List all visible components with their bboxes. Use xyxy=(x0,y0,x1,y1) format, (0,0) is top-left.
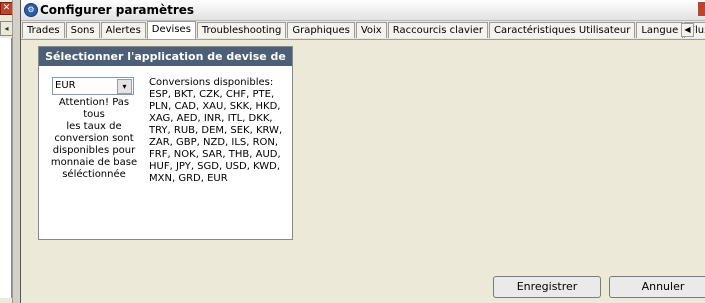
group-header: Sélectionner l'application de devise de … xyxy=(39,47,292,82)
tab-troubleshooting[interactable]: Troubleshooting xyxy=(196,22,287,38)
chevron-down-icon[interactable]: ▾ xyxy=(117,79,132,94)
tab-langue[interactable]: Langue xyxy=(636,22,684,38)
conversions-line: TRY, RUB, DEM, SEK, KRW, xyxy=(149,125,283,136)
warning-line: conversion sont xyxy=(54,133,134,144)
tab-trades[interactable]: Trades xyxy=(22,22,65,38)
tab-sons[interactable]: Sons xyxy=(65,22,100,38)
save-button[interactable]: Enregistrer xyxy=(493,276,601,298)
warning-line: les taux de xyxy=(66,121,122,132)
tab-content-devises: Sélectionner l'application de devise de … xyxy=(21,39,705,268)
conversions-line: ESP, BKT, CZK, CHF, PTE, xyxy=(149,89,275,100)
dialog-footer: Enregistrer Annuler xyxy=(21,267,705,303)
tab-graphiques[interactable]: Graphiques xyxy=(287,22,355,38)
app-icon: ⚙ xyxy=(24,3,38,17)
conversions-line: MXN, GRD, EUR xyxy=(149,173,228,184)
warning-line: disponibles pour xyxy=(52,145,136,156)
warning-line: Attention! Pas tous xyxy=(58,97,130,120)
warning-line: séléctionnée xyxy=(62,169,126,180)
tab-voix[interactable]: Voix xyxy=(355,22,387,38)
window-title: Configurer paramètres xyxy=(40,3,195,17)
conversions-line: PLN, CAD, XAU, SKK, HKD, xyxy=(149,101,281,112)
conversions-list: ESP, BKT, CZK, CHF, PTE, PLN, CAD, XAU, … xyxy=(149,89,289,185)
tab-strip: Trades Sons Alertes Devises Troubleshoot… xyxy=(22,21,705,39)
tab-alertes[interactable]: Alertes xyxy=(100,22,146,38)
base-currency-select[interactable]: EUR ▾ xyxy=(52,77,134,95)
background-window-edge: ✕ ◂ xyxy=(0,0,21,303)
base-currency-group: Sélectionner l'application de devise de … xyxy=(38,46,293,240)
warning-text: Attention! Pas tous les taux de conversi… xyxy=(49,97,139,181)
tab-raccourcis-clavier[interactable]: Raccourcis clavier xyxy=(387,22,488,38)
window-close-button[interactable] xyxy=(698,2,705,16)
background-panel xyxy=(0,38,12,298)
selected-currency: EUR xyxy=(55,80,76,91)
settings-dialog: ⚙ Configurer paramètres Trades Sons Aler… xyxy=(20,0,705,303)
conversions-line: HUF, JPY, SGD, USD, KWD, xyxy=(149,161,281,172)
conversions-line: FRF, NOK, SAR, THB, AUD, xyxy=(149,149,281,160)
title-bar: ⚙ Configurer paramètres xyxy=(21,0,705,21)
tab-devises[interactable]: Devises xyxy=(146,21,196,39)
tab-caracteristiques-utilisateur[interactable]: Caractéristiques Utilisateur xyxy=(488,22,636,38)
warning-line: monnaie de base xyxy=(50,157,138,168)
cancel-button[interactable]: Annuler xyxy=(609,276,705,298)
conversions-line: ZAR, GBP, NZD, ILS, RON, xyxy=(149,137,279,148)
chevron-left-icon[interactable]: ◀ xyxy=(681,23,694,37)
conversions-title: Conversions disponibles: xyxy=(149,77,274,88)
conversions-line: XAG, AED, INR, ITL, DKK, xyxy=(149,113,273,124)
